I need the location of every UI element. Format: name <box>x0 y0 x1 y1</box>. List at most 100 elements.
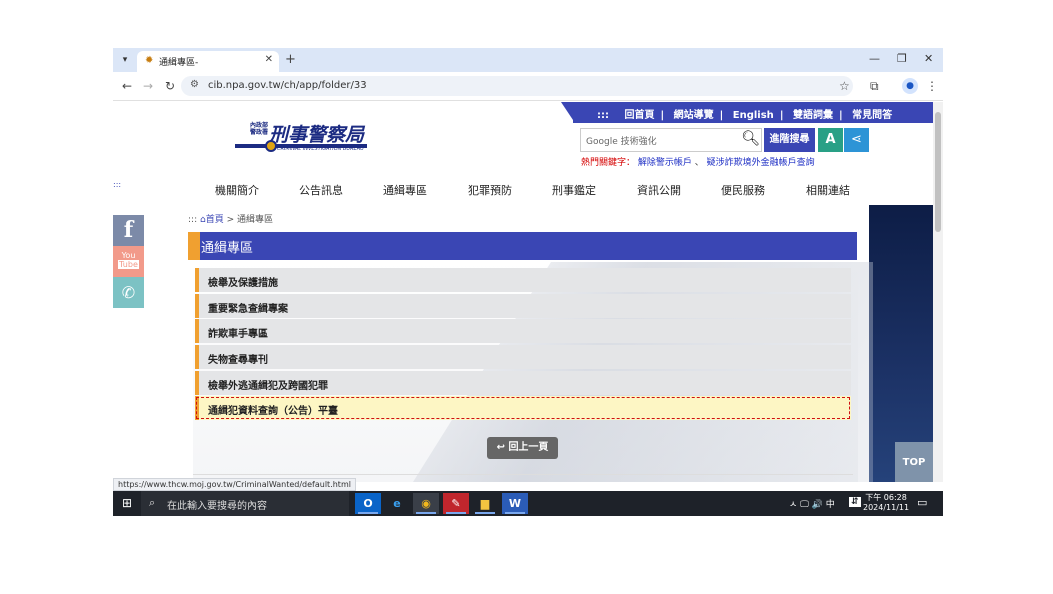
list-item-label: 檢舉外逃通緝犯及跨國犯罪 <box>208 380 328 392</box>
page-scrollbar[interactable] <box>933 102 943 482</box>
top-link-english[interactable]: English <box>733 110 774 121</box>
link-status-bar: https://www.thcw.moj.gov.tw/CriminalWant… <box>113 478 356 491</box>
back-button[interactable]: ↩ 回上一頁 <box>487 437 558 459</box>
profile-icon[interactable]: ● <box>902 78 918 94</box>
taskbar-search[interactable]: ⌕ 在此輸入要搜尋的內容 <box>141 491 349 516</box>
right-banner <box>869 205 933 482</box>
content-divider <box>193 474 853 475</box>
list-item-label: 重要緊急查緝專案 <box>208 303 288 315</box>
font-size-button[interactable]: A <box>818 128 843 152</box>
edge-icon[interactable]: e <box>384 493 410 514</box>
left-anchor[interactable]: ::: <box>113 180 121 189</box>
taskbar-search-text: 在此輸入要搜尋的內容 <box>167 501 267 512</box>
share-icon[interactable]: ⋖ <box>844 128 869 152</box>
list-item-urgent-cases[interactable]: 重要緊急查緝專案 <box>195 293 851 318</box>
nav-crime-prevention[interactable]: 犯罪預防 <box>468 182 512 198</box>
close-window-icon[interactable]: ✕ <box>924 52 933 65</box>
omnibox[interactable]: ⚙ cib.npa.gov.tw/ch/app/folder/33 <box>181 76 853 96</box>
nav-public-services[interactable]: 便民服務 <box>721 182 765 198</box>
back-button-label: 回上一頁 <box>508 442 549 453</box>
top-link-faq[interactable]: 常見問答 <box>852 110 892 121</box>
acrobat-icon[interactable]: ✎ <box>443 493 469 514</box>
tab-strip: ▾ ✹ 通緝專區- ✕ + — ❐ ✕ <box>113 48 943 72</box>
logo-agency: 內政部警政署 <box>250 122 269 136</box>
top-link-home[interactable]: 回首頁 <box>624 110 654 121</box>
breadcrumb-current: 通緝專區 <box>237 215 274 225</box>
file-explorer-icon[interactable]: ▆ <box>472 493 498 514</box>
breadcrumb: ::: ⌂首頁 > 通緝專區 <box>188 212 273 225</box>
hot-keyword-fraud-account[interactable]: 疑涉詐欺境外金融帳戶查詢 <box>707 158 815 168</box>
search-icon[interactable]: 🔍︎ <box>741 129 760 147</box>
hot-keyword-sep: 、 <box>694 158 704 168</box>
top-links-bar: ::: 回首頁 | 網站導覽 | English | 雙語詞彙 | 常見問答 <box>573 102 933 123</box>
browser-tab[interactable]: ✹ 通緝專區- ✕ <box>137 51 279 72</box>
list-item-report-protection[interactable]: 檢舉及保護措施 <box>195 268 851 292</box>
scroll-thumb[interactable] <box>935 112 941 232</box>
list-item-label: 詐欺車手專區 <box>208 329 268 341</box>
new-tab-icon[interactable]: + <box>285 52 296 67</box>
system-tray[interactable]: ㅅ 🖵 🔊 中 <box>789 497 835 510</box>
close-icon[interactable]: ✕ <box>265 54 273 65</box>
site-logo[interactable]: 內政部警政署 刑事警察局 CRIMINAL INVESTIGATION BURE… <box>235 120 370 162</box>
phone-icon[interactable]: ✆ <box>113 277 144 308</box>
taskbar: ⊞ ⌕ 在此輸入要搜尋的內容 O e ◉ ✎ ▆ W ㅅ 🖵 🔊 中 ⇵ 下午 … <box>113 491 943 516</box>
taskbar-clock[interactable]: 下午 06:28 2024/11/11 <box>863 493 909 513</box>
logo-english: CRIMINAL INVESTIGATION BUREAU <box>277 146 364 152</box>
scroll-top-button[interactable]: TOP <box>895 442 933 482</box>
breadcrumb-anchor[interactable]: ::: <box>188 215 197 225</box>
section-title-bar: 通緝專區 <box>188 232 857 260</box>
word-icon[interactable]: W <box>502 493 528 514</box>
nav-open-info[interactable]: 資訊公開 <box>637 182 681 198</box>
list-item-fugitives-abroad[interactable]: 檢舉外逃通緝犯及跨國犯罪 <box>195 370 851 395</box>
back-arrow-icon[interactable]: ← <box>122 79 132 93</box>
address-bar-row: ← → ↻ ⚙ cib.npa.gov.tw/ch/app/folder/33 … <box>113 72 943 101</box>
list-item-wanted-search-platform[interactable]: 通緝犯資料查詢（公告）平臺 <box>195 396 851 421</box>
nav-wanted[interactable]: 通緝專區 <box>383 182 427 198</box>
youtube-label-top: You <box>121 251 136 260</box>
youtube-icon[interactable]: You Tube <box>113 246 144 277</box>
top-links: ::: 回首頁 | 網站導覽 | English | 雙語詞彙 | 常見問答 <box>597 110 893 121</box>
wanted-link-list: 檢舉及保護措施 重要緊急查緝專案 詐欺車手專區 失物查尋專刊 檢舉外逃通緝犯及跨… <box>195 268 851 422</box>
windows-start-icon[interactable]: ⊞ <box>122 496 132 510</box>
top-link-glossary[interactable]: 雙語詞彙 <box>793 110 833 121</box>
search-input[interactable]: Google 技術強化 <box>580 128 762 152</box>
advanced-search-button[interactable]: 進階搜尋 <box>764 128 815 152</box>
clock-date: 2024/11/11 <box>863 503 910 512</box>
search-placeholder: Google 技術強化 <box>586 137 657 147</box>
list-item-label: 通緝犯資料查詢（公告）平臺 <box>208 406 338 418</box>
top-link-sitemap[interactable]: 網站導覽 <box>674 110 714 121</box>
tab-search-icon[interactable]: ▾ <box>118 53 132 67</box>
kebab-menu-icon[interactable]: ⋮ <box>926 79 938 93</box>
facebook-icon[interactable]: f <box>113 215 144 246</box>
nav-announcements[interactable]: 公告訊息 <box>299 182 343 198</box>
breadcrumb-home[interactable]: 首頁 <box>206 215 224 225</box>
top-links-anchor[interactable]: ::: <box>597 110 609 121</box>
nav-forensics[interactable]: 刑事鑑定 <box>552 182 596 198</box>
minimize-icon[interactable]: — <box>869 52 880 65</box>
nav-about[interactable]: 機關簡介 <box>215 182 259 198</box>
police-badge-icon: ✹ <box>145 55 154 66</box>
list-item-lost-property[interactable]: 失物查尋專刊 <box>195 345 851 370</box>
hot-keyword-unfreeze[interactable]: 解除警示帳戶 <box>638 158 692 168</box>
breadcrumb-sep: > <box>226 215 235 225</box>
screen: ▾ ✹ 通緝專區- ✕ + — ❐ ✕ ← → ↻ ⚙ cib.npa.gov.… <box>113 48 943 516</box>
list-item-label: 失物查尋專刊 <box>208 355 268 367</box>
site-info-icon[interactable]: ⚙ <box>190 79 199 90</box>
hot-keywords-label: 熱門關鍵字： <box>581 158 636 168</box>
outlook-icon[interactable]: O <box>355 493 381 514</box>
logo-title: 刑事警察局 <box>269 124 365 146</box>
chrome-icon[interactable]: ◉ <box>413 493 439 514</box>
list-item-fraud-mules[interactable]: 詐欺車手專區 <box>195 319 851 344</box>
section-title: 通緝專區 <box>201 241 254 256</box>
main-nav: 機關簡介 公告訊息 通緝專區 犯罪預防 刑事鑑定 資訊公開 便民服務 相關連結 <box>193 182 873 202</box>
restore-icon[interactable]: ❐ <box>897 52 907 65</box>
input-method-icon[interactable]: ⇵ <box>849 497 861 507</box>
notification-icon[interactable]: ▭ <box>917 496 927 509</box>
page-viewport: ::: 回首頁 | 網站導覽 | English | 雙語詞彙 | 常見問答 內政部警政… <box>113 102 933 482</box>
forward-arrow-icon[interactable]: → <box>143 79 153 93</box>
nav-related-links[interactable]: 相關連結 <box>806 182 850 198</box>
reload-icon[interactable]: ↻ <box>165 79 175 93</box>
extensions-icon[interactable]: ⧉ <box>870 79 879 94</box>
bookmark-star-icon[interactable]: ☆ <box>839 79 850 93</box>
tab-title: 通緝專區- <box>159 58 199 68</box>
